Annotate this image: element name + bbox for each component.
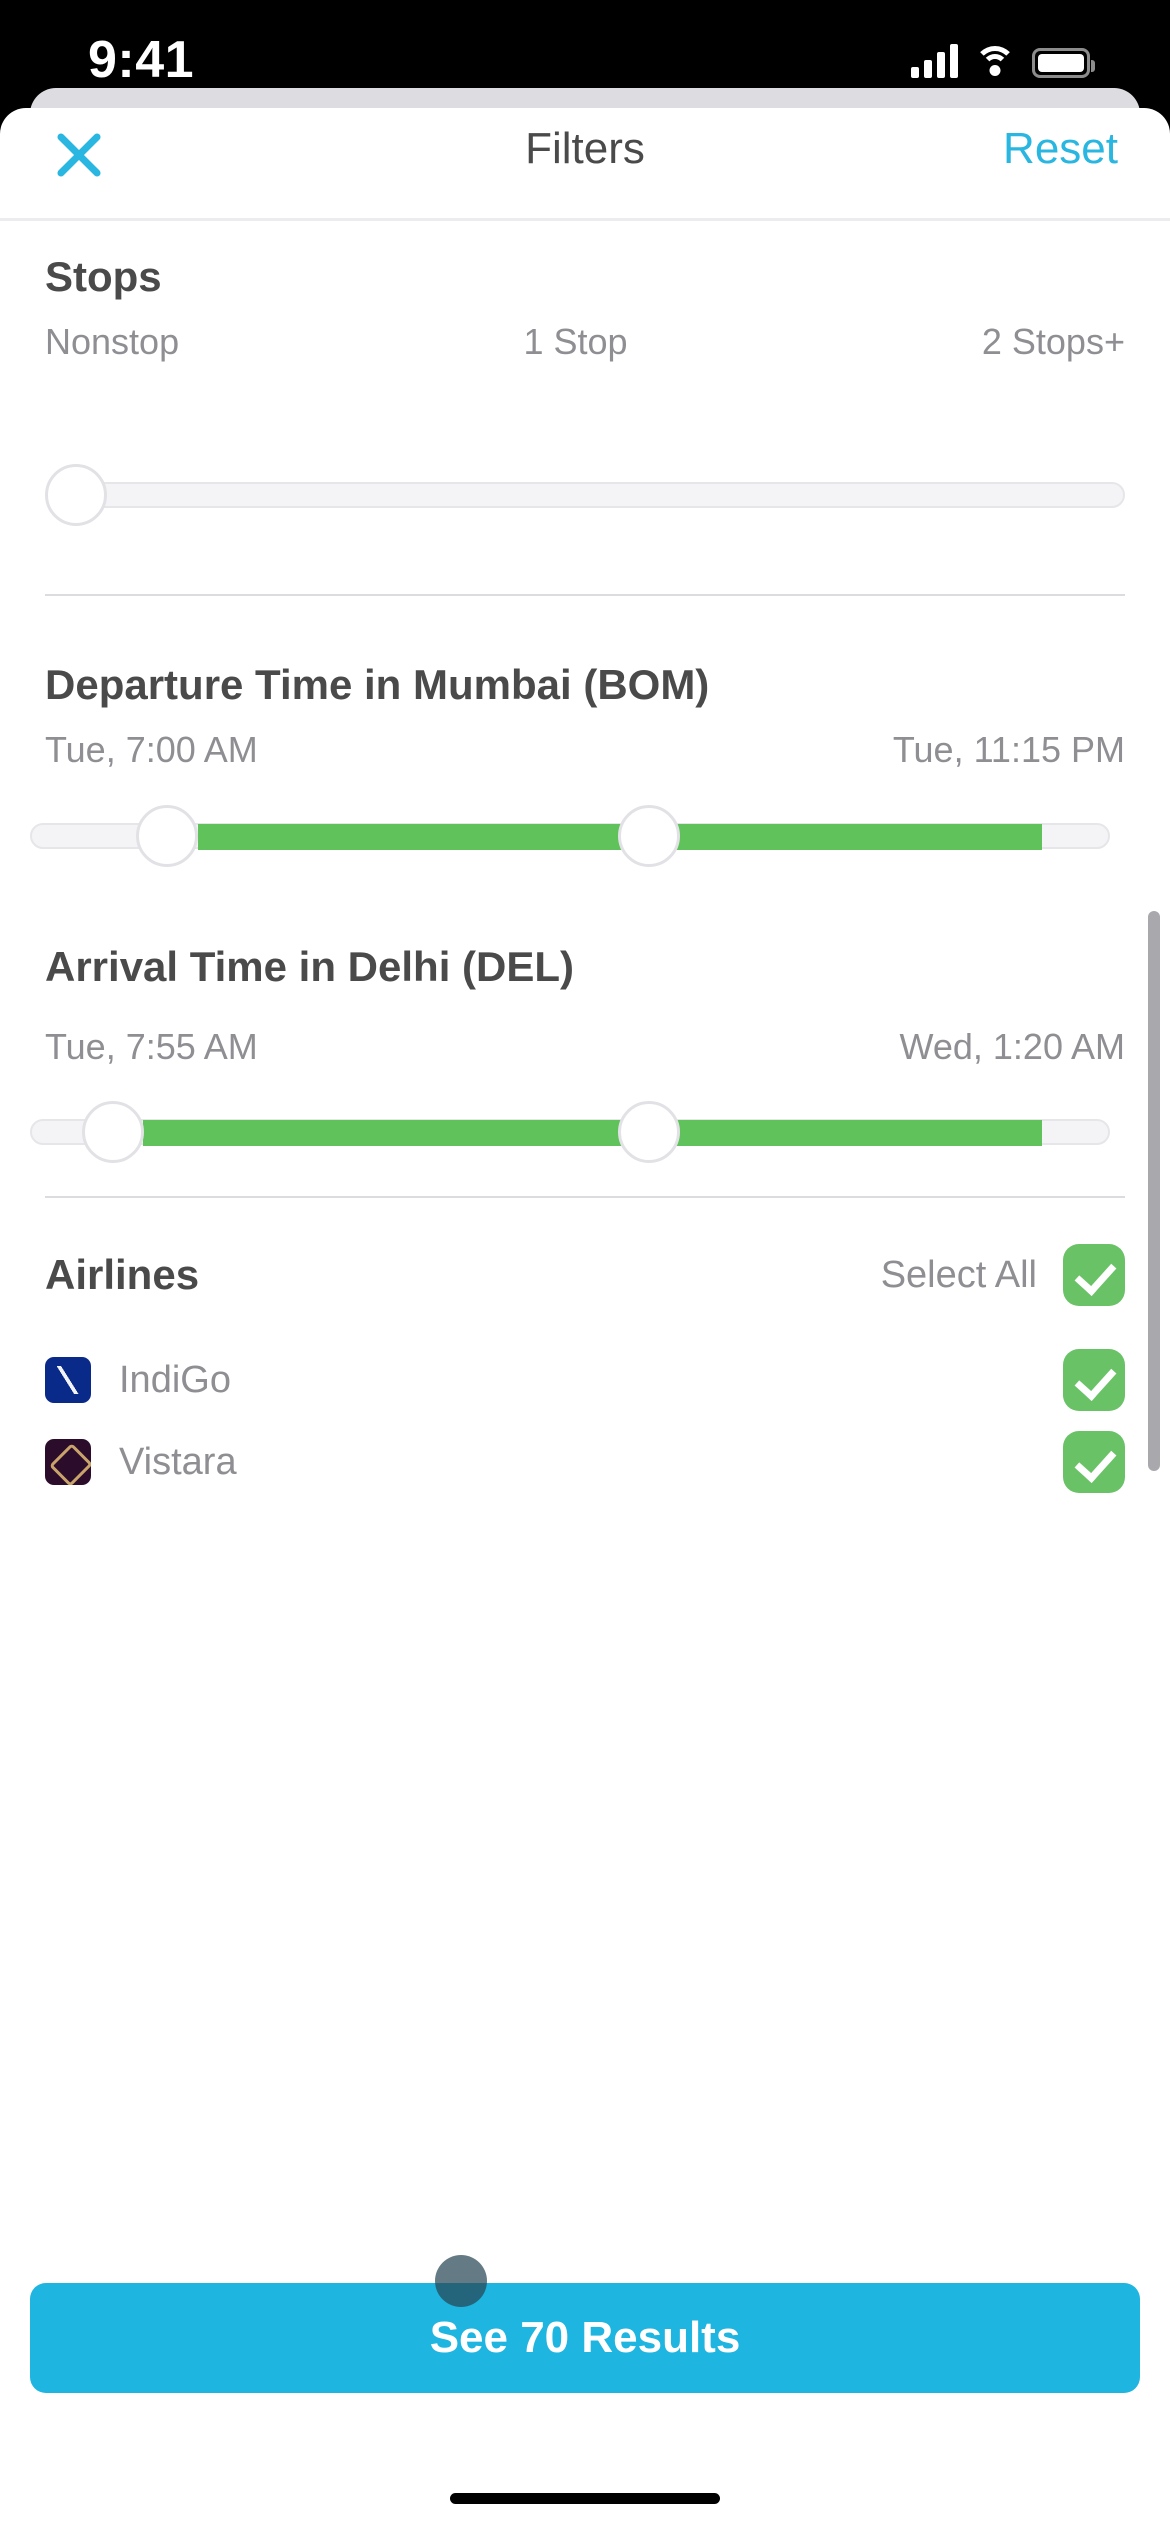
departure-range-labels: Tue, 7:00 AM Tue, 11:15 PM (45, 729, 1125, 771)
departure-section-title: Departure Time in Mumbai (BOM) (45, 661, 710, 708)
airline-row-indigo[interactable]: IndiGo (45, 1349, 1125, 1411)
arrival-slider-knob-high[interactable] (618, 1101, 680, 1163)
airlines-header: Airlines Select All (45, 1244, 1125, 1306)
arrival-range-labels: Tue, 7:55 AM Wed, 1:20 AM (45, 1026, 1125, 1068)
stops-slider-track[interactable] (75, 482, 1125, 508)
departure-slider-knob-low[interactable] (136, 805, 198, 867)
arrival-slider[interactable] (30, 1101, 1140, 1163)
battery-icon (1032, 48, 1095, 78)
departure-min-label: Tue, 7:00 AM (45, 729, 258, 770)
filters-body: Stops Nonstop 1 Stop 2 Stops+ Departure … (0, 221, 1170, 2532)
select-all-label: Select All (880, 1253, 1037, 1296)
departure-slider-knob-high[interactable] (618, 805, 680, 867)
stops-label-one-stop: 1 Stop (523, 321, 628, 362)
section-divider-stops (45, 594, 1125, 596)
status-time: 9:41 (88, 31, 195, 89)
reset-button[interactable]: Reset (1003, 124, 1118, 174)
airline-identity-vistara: Vistara (45, 1439, 237, 1485)
indigo-logo-icon (45, 1357, 91, 1403)
cellular-signal-icon (911, 44, 958, 78)
stops-label-two-stops: 2 Stops+ (981, 321, 1125, 362)
arrival-min-label: Tue, 7:55 AM (45, 1026, 258, 1067)
phone-screen: 9:41 Filters Reset Stops Nonstop 1 Stop … (0, 0, 1170, 2532)
airlines-section-title: Airlines (45, 1251, 200, 1298)
airline-name-indigo: IndiGo (119, 1358, 231, 1401)
airline-identity-indigo: IndiGo (45, 1357, 231, 1403)
touch-indicator (435, 2255, 487, 2307)
stops-slider-knob[interactable] (45, 464, 107, 526)
arrival-section-title: Arrival Time in Delhi (DEL) (45, 943, 574, 990)
stops-label-nonstop: Nonstop (45, 321, 180, 362)
airline-checkbox-indigo[interactable] (1063, 1349, 1125, 1411)
arrival-max-label: Wed, 1:20 AM (899, 1026, 1125, 1067)
sheet-header: Filters Reset (0, 108, 1170, 218)
airline-row-vistara[interactable]: Vistara (45, 1431, 1125, 1493)
vistara-logo-icon (45, 1439, 91, 1485)
airline-name-vistara: Vistara (119, 1440, 237, 1483)
filters-sheet: Filters Reset Stops Nonstop 1 Stop 2 Sto… (0, 108, 1170, 2532)
stops-slider[interactable] (45, 464, 1125, 526)
arrival-slider-knob-low[interactable] (82, 1101, 144, 1163)
departure-slider[interactable] (30, 805, 1140, 867)
departure-max-label: Tue, 11:15 PM (892, 729, 1125, 770)
see-results-button[interactable]: See 70 Results (30, 2283, 1140, 2393)
home-indicator (450, 2493, 720, 2504)
select-all-group[interactable]: Select All (881, 1244, 1125, 1306)
airline-checkbox-vistara[interactable] (1063, 1431, 1125, 1493)
arrival-slider-fill (143, 1120, 1042, 1146)
scrollbar-thumb[interactable] (1148, 911, 1160, 1471)
section-divider-arrival (45, 1196, 1125, 1198)
stops-section-title: Stops (45, 253, 162, 300)
stops-scale-labels: Nonstop 1 Stop 2 Stops+ (45, 321, 1125, 363)
wifi-icon (974, 46, 1016, 78)
status-icons (911, 44, 1095, 78)
page-title: Filters (525, 124, 645, 173)
select-all-checkbox[interactable] (1063, 1244, 1125, 1306)
